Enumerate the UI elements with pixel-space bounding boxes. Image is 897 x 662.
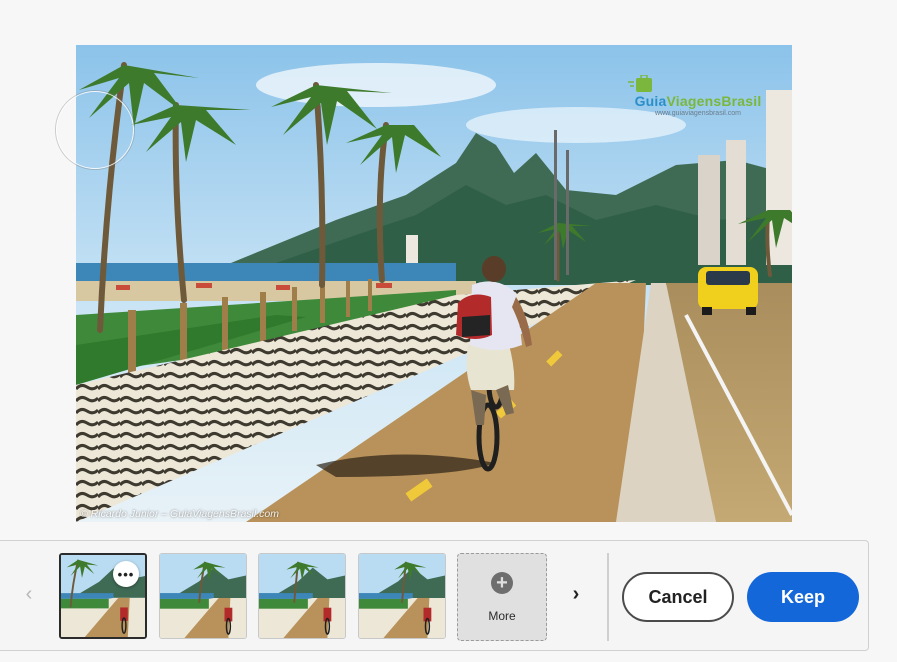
- variation-thumbnail-3[interactable]: [258, 553, 346, 639]
- watermark-brand: GuiaViagensBrasil: [634, 93, 762, 109]
- selection-circle[interactable]: [56, 91, 134, 169]
- keep-button[interactable]: Keep: [747, 572, 859, 622]
- variation-thumbnail-4[interactable]: [358, 553, 446, 639]
- divider: [607, 553, 609, 641]
- more-variations-button[interactable]: + More: [457, 553, 547, 641]
- next-arrow-icon[interactable]: ›: [565, 581, 587, 607]
- variations-panel: ‹ ••• + More › Cancel Keep: [0, 540, 869, 651]
- watermark-logo: GuiaViagensBrasil www.guiaviagensbrasil.…: [628, 75, 768, 117]
- more-options-icon[interactable]: •••: [113, 561, 139, 587]
- main-photo: GuiaViagensBrasil www.guiaviagensbrasil.…: [76, 45, 792, 522]
- thumbnail-image: [259, 554, 345, 638]
- photo-credit: © Ricardo Junior – GuiaViagensBrasil.com: [80, 508, 279, 520]
- variation-thumbnail-2[interactable]: [159, 553, 247, 639]
- watermark-url: www.guiaviagensbrasil.com: [655, 110, 741, 117]
- variation-thumbnail-1[interactable]: •••: [59, 553, 147, 639]
- suitcase-icon: [628, 75, 652, 92]
- more-label: More: [488, 609, 516, 623]
- cancel-button[interactable]: Cancel: [622, 572, 734, 622]
- previous-arrow-icon[interactable]: ‹: [18, 581, 40, 607]
- thumbnail-image: [359, 554, 445, 638]
- plus-icon: +: [491, 572, 513, 594]
- thumbnail-image: [160, 554, 246, 638]
